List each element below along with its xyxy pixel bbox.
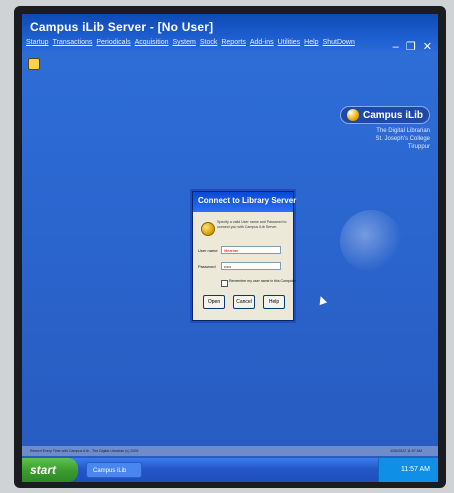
menu-shutdown[interactable]: ShutDown <box>323 39 355 53</box>
menu-periodicals[interactable]: Periodicals <box>96 39 130 53</box>
app-icon <box>28 58 40 70</box>
dialog-prompt: Specify a valid User name and Password t… <box>217 220 287 229</box>
clock: 11:57 AM <box>400 466 430 473</box>
status-right: 12/6/2022 11:57 AM <box>390 449 422 453</box>
user-name-label: User name <box>198 248 218 253</box>
brand-logo: Campus iLib <box>339 106 430 124</box>
menu-acquisition[interactable]: Acquisition <box>135 39 169 53</box>
login-dialog: Connect to Library Server Specify a vali… <box>192 191 296 321</box>
status-bar: Record Every Time with Campus iLib - The… <box>22 446 438 456</box>
globe-icon <box>346 109 359 121</box>
user-name-input[interactable]: lib­rarian <box>221 246 281 254</box>
taskbar-app-button[interactable]: Campus iLib <box>86 462 142 478</box>
menu-startup[interactable]: Startup <box>26 39 49 53</box>
status-left: Record Every Time with Campus iLib - The… <box>30 449 139 453</box>
brand-block: Campus iLib The Digital Librarian St. Jo… <box>339 106 430 150</box>
dialog-title: Connect to Library Server <box>193 192 296 212</box>
brand-line2: St. Joseph's College <box>375 136 430 142</box>
minimize-icon[interactable]: – <box>393 41 399 53</box>
taskbar: start Campus iLib 11:57 AM <box>22 458 438 482</box>
restore-icon[interactable]: ❐ <box>406 41 416 53</box>
window-controls: – ❐ ✕ <box>389 40 432 53</box>
cancel-button[interactable]: Cancel <box>233 295 255 309</box>
menu-system[interactable]: System <box>173 39 196 53</box>
window-title: Campus iLib Server - [No User] <box>30 20 214 34</box>
brand-logo-text: Campus iLib <box>362 109 423 121</box>
menu-addins[interactable]: Add-ins <box>250 39 274 53</box>
help-button[interactable]: Help <box>263 295 285 309</box>
mouse-cursor-icon <box>316 294 328 306</box>
menu-stock[interactable]: Stock <box>200 39 218 53</box>
start-button[interactable]: start <box>22 458 78 482</box>
brand-line3: Tiruppur <box>407 144 430 150</box>
brand-line1: The Digital Librarian <box>376 128 430 134</box>
key-icon <box>201 222 215 236</box>
system-tray: 11:57 AM <box>378 458 438 482</box>
remember-checkbox[interactable] <box>221 280 228 287</box>
password-label: Password <box>198 264 216 269</box>
title-bar: Campus iLib Server - [No User] Startup T… <box>22 14 438 53</box>
menu-transactions[interactable]: Transactions <box>53 39 93 53</box>
remember-label: Remember my user name in this Computer <box>229 279 296 283</box>
menu-utilities[interactable]: Utilities <box>278 39 301 53</box>
password-input[interactable]: ••••• <box>221 262 281 270</box>
menu-help[interactable]: Help <box>304 39 318 53</box>
decorative-glow <box>340 210 402 272</box>
open-button[interactable]: Open <box>203 295 225 309</box>
close-icon[interactable]: ✕ <box>423 41 432 53</box>
menu-reports[interactable]: Reports <box>221 39 246 53</box>
menu-bar: Startup Transactions Periodicals Acquisi… <box>26 39 355 53</box>
desktop-screen: Campus iLib Server - [No User] Startup T… <box>22 14 438 482</box>
